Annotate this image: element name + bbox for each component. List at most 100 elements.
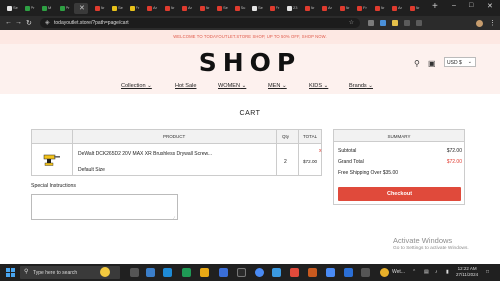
extension-icon[interactable] bbox=[392, 20, 398, 26]
app-icon[interactable] bbox=[290, 268, 299, 277]
nav-item-women[interactable]: WOMEN ⌄ bbox=[218, 83, 246, 89]
site-info-icon[interactable]: ◈ bbox=[45, 19, 50, 26]
url-field[interactable]: ◈ todayoutlet.store/?path=page/cart ☆ bbox=[40, 18, 360, 28]
chrome-icon[interactable] bbox=[255, 268, 264, 277]
back-icon[interactable]: ← bbox=[5, 19, 12, 26]
weather-text[interactable]: Wet... bbox=[392, 269, 405, 275]
browser-tab[interactable]: Se bbox=[4, 3, 18, 14]
nav-item-hot-sale[interactable]: Hot Sale bbox=[175, 83, 196, 89]
extension-icon[interactable] bbox=[368, 20, 374, 26]
grand-total-value: $72.00 bbox=[446, 159, 462, 165]
volume-icon[interactable]: ♪ bbox=[435, 269, 438, 275]
battery-icon[interactable]: ▮ bbox=[446, 269, 449, 275]
browser-tab[interactable]: Se bbox=[214, 3, 228, 14]
tab-favicon-icon bbox=[392, 6, 397, 11]
tab-favicon-icon bbox=[42, 6, 47, 11]
product-name-link[interactable]: DeWalt DCK265D2 20V MAX XR Brushless Dry… bbox=[78, 151, 212, 157]
forward-icon[interactable]: → bbox=[15, 19, 22, 26]
search-icon[interactable]: ⚲ bbox=[414, 59, 420, 68]
browser-tab[interactable]: Se bbox=[249, 3, 263, 14]
tab-title: Fr bbox=[275, 5, 280, 10]
app-icon[interactable] bbox=[272, 268, 281, 277]
browser-tab[interactable]: Ar bbox=[337, 3, 351, 14]
cart-icon[interactable]: ▣ bbox=[428, 59, 436, 68]
browser-tab[interactable]: ✕ bbox=[74, 3, 88, 14]
bookmark-star-icon[interactable]: ☆ bbox=[349, 19, 354, 26]
browser-tab[interactable]: 23 bbox=[284, 3, 298, 14]
browser-tab[interactable]: Ar bbox=[372, 3, 386, 14]
browser-tab[interactable]: M bbox=[39, 3, 53, 14]
new-tab-button[interactable]: + bbox=[432, 1, 438, 12]
checkout-button[interactable]: Checkout bbox=[338, 187, 461, 201]
announcement-text: WELCOME TO TODAYOUTLET.STORE SHOP, UP TO… bbox=[173, 34, 327, 39]
nav-item-kids[interactable]: KIDS ⌄ bbox=[309, 83, 328, 89]
excel-icon[interactable] bbox=[182, 268, 191, 277]
app-icon[interactable] bbox=[344, 268, 353, 277]
app-icon[interactable] bbox=[308, 268, 317, 277]
search-icon: ⚲ bbox=[24, 269, 29, 275]
tab-title: Ar bbox=[415, 5, 420, 10]
browser-tab[interactable]: Pr bbox=[22, 3, 36, 14]
copilot-sparkle-icon[interactable] bbox=[100, 267, 110, 277]
chevron-down-icon: ⌄ bbox=[467, 59, 472, 65]
browser-tab[interactable]: Ar bbox=[319, 3, 333, 14]
network-icon[interactable]: ▤ bbox=[424, 269, 429, 275]
tab-title: Ar bbox=[188, 5, 192, 10]
system-clock[interactable]: 12:22 AM 27/11/2024 bbox=[456, 266, 478, 278]
edge-browser-icon[interactable] bbox=[163, 268, 172, 277]
product-quantity[interactable]: 2 bbox=[284, 159, 287, 165]
browser-tab[interactable]: Ar bbox=[389, 3, 403, 14]
remove-item-icon[interactable]: x bbox=[319, 148, 322, 154]
notifications-icon[interactable]: □ bbox=[486, 269, 489, 275]
app-icon[interactable] bbox=[326, 268, 335, 277]
browser-tab[interactable]: Ar bbox=[407, 3, 421, 14]
currency-value: USD $ bbox=[447, 60, 462, 66]
store-app-icon[interactable] bbox=[219, 268, 228, 277]
widgets-icon[interactable] bbox=[146, 268, 155, 277]
tray-chevron-icon[interactable]: ⌃ bbox=[412, 269, 416, 275]
browser-tab[interactable]: Fr bbox=[127, 3, 141, 14]
task-view-icon[interactable] bbox=[130, 268, 139, 277]
grand-total-row: Grand Total $72.00 bbox=[338, 159, 462, 165]
browser-tab[interactable]: Fr bbox=[354, 3, 368, 14]
extensions-menu-icon[interactable] bbox=[416, 20, 422, 26]
product-image[interactable] bbox=[42, 152, 62, 166]
profile-avatar[interactable] bbox=[476, 20, 483, 27]
browser-tab[interactable]: Ar bbox=[302, 3, 316, 14]
resize-handle-icon[interactable]: ∕ bbox=[174, 215, 175, 220]
nav-item-collection[interactable]: Collection ⌄ bbox=[121, 83, 152, 89]
tab-title: Ar bbox=[398, 5, 402, 10]
close-tab-icon[interactable]: ✕ bbox=[79, 4, 85, 12]
browser-menu-icon[interactable]: ⋮ bbox=[489, 19, 496, 27]
nav-item-brands[interactable]: Brands ⌄ bbox=[349, 83, 373, 89]
browser-tab[interactable]: Ar bbox=[179, 3, 193, 14]
close-window-icon[interactable]: ✕ bbox=[487, 2, 493, 10]
browser-tab[interactable]: Pr bbox=[57, 3, 71, 14]
app-icon[interactable] bbox=[361, 268, 370, 277]
file-explorer-icon[interactable] bbox=[200, 268, 209, 277]
weather-icon[interactable] bbox=[380, 268, 389, 277]
minimize-icon[interactable]: – bbox=[452, 2, 456, 9]
store-logo[interactable]: SHOP bbox=[0, 48, 500, 77]
currency-select[interactable]: USD $ ⌄ bbox=[444, 57, 476, 67]
tab-favicon-icon bbox=[112, 6, 117, 11]
special-instructions-textarea[interactable] bbox=[31, 194, 178, 220]
windows-start-icon[interactable] bbox=[6, 268, 15, 277]
nav-item-men[interactable]: MEN ⌄ bbox=[268, 83, 287, 89]
reload-icon[interactable]: ↻ bbox=[26, 19, 32, 27]
browser-tab[interactable]: Ar bbox=[144, 3, 158, 14]
browser-tab[interactable]: Su bbox=[232, 3, 246, 14]
maximize-icon[interactable]: □ bbox=[469, 2, 473, 9]
extension-icon[interactable] bbox=[380, 20, 386, 26]
browser-tab[interactable]: Ar bbox=[197, 3, 211, 14]
app-icon[interactable] bbox=[237, 268, 246, 277]
extension-icon[interactable] bbox=[404, 20, 410, 26]
browser-tab[interactable]: Se bbox=[109, 3, 123, 14]
browser-tab[interactable]: Ar bbox=[162, 3, 176, 14]
special-instructions-label: Special Instructions bbox=[31, 183, 76, 189]
browser-tab[interactable]: Fr bbox=[267, 3, 281, 14]
tab-title: Se bbox=[258, 5, 263, 10]
column-header-product: PRODUCT bbox=[163, 134, 186, 139]
browser-tab[interactable]: Ar bbox=[92, 3, 106, 14]
tab-favicon-icon bbox=[199, 6, 205, 11]
